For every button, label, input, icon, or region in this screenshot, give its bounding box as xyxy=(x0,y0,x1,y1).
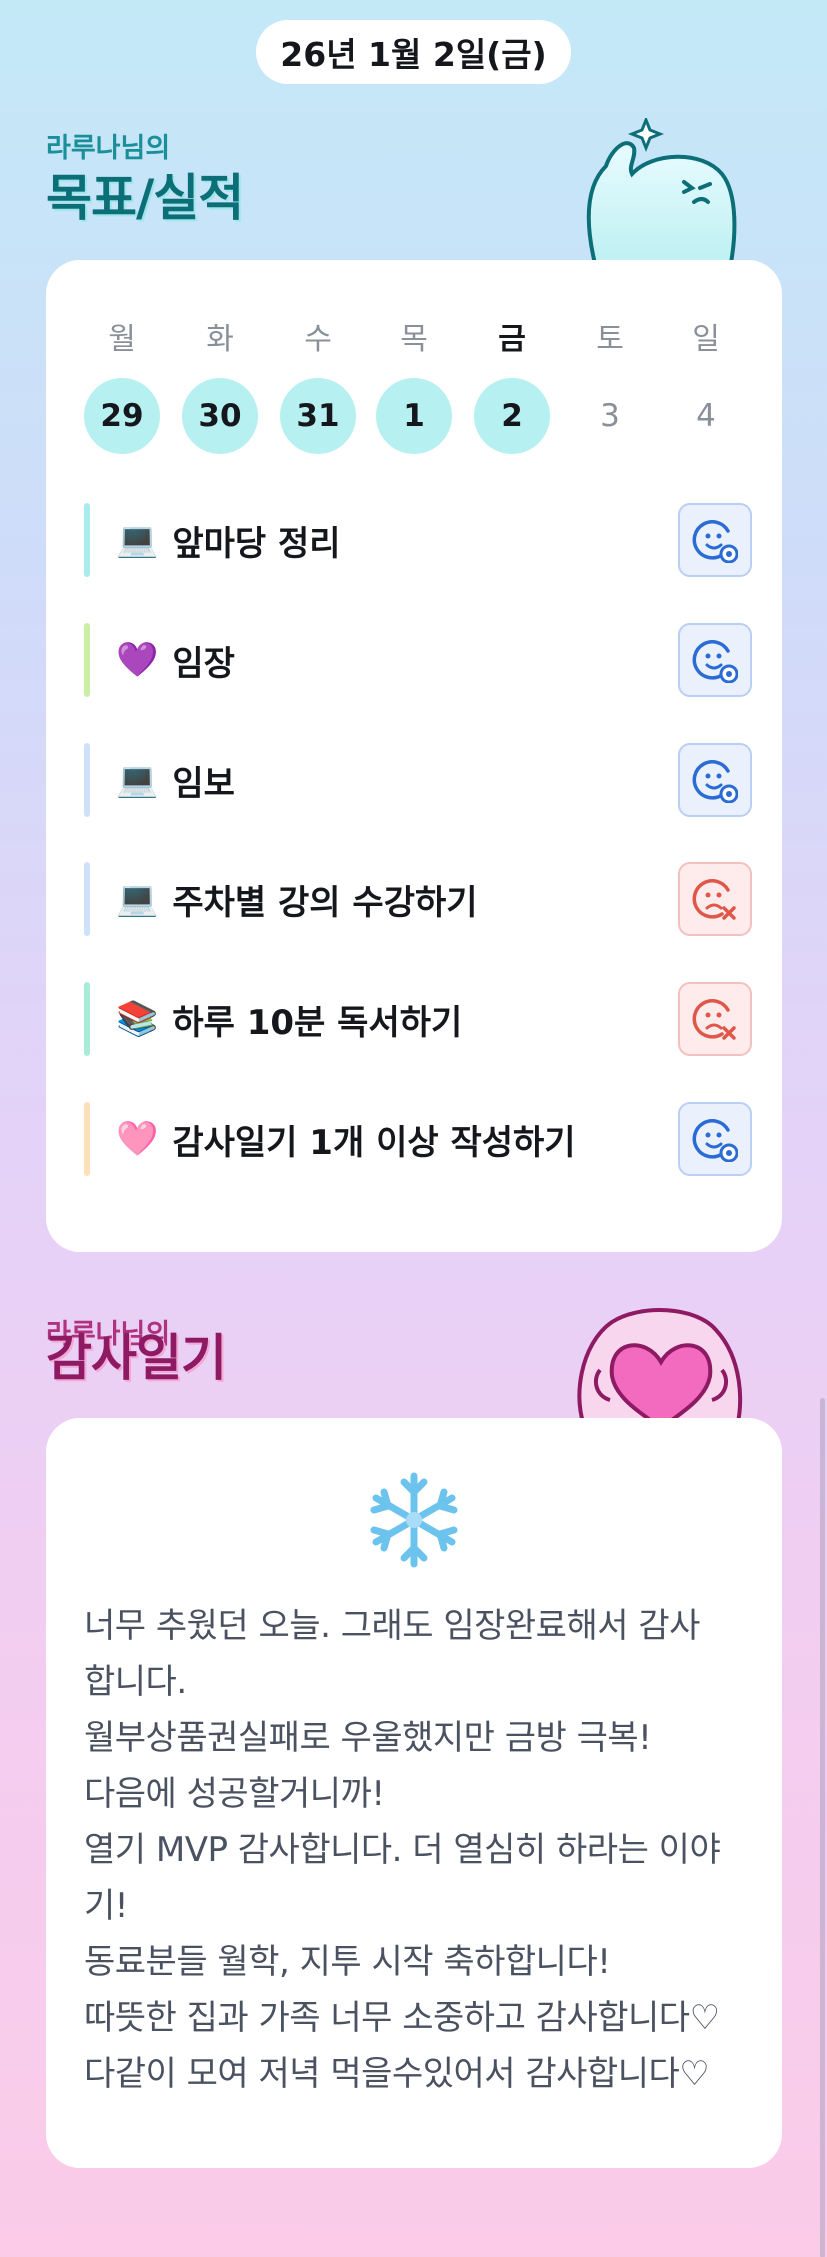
gratitude-line: 너무 추웠던 오늘. 그래도 임장완료해서 감사 xyxy=(84,1606,700,1646)
gratitude-card: 너무 추웠던 오늘. 그래도 임장완료해서 감사합니다. 월부상품권실패로 우울했… xyxy=(46,1418,782,2168)
gratitude-line: 동료분들 월학, 지투 시작 축하합니다! xyxy=(84,1942,611,1982)
smile-check-icon xyxy=(692,760,738,803)
status-success-button[interactable] xyxy=(678,1102,752,1176)
goal-emoji-icon: 💜 xyxy=(116,640,159,680)
day-button[interactable]: 2 xyxy=(474,378,550,454)
gratitude-text: 너무 추웠던 오늘. 그래도 임장완료해서 감사합니다. 월부상품권실패로 우울했… xyxy=(84,1598,754,2102)
snowflake-icon xyxy=(370,1472,458,1568)
day-button[interactable]: 4 xyxy=(668,378,744,454)
goal-row[interactable]: 🩷 감사일기 1개 이상 작성하기 xyxy=(84,1102,752,1176)
goal-row[interactable]: 💻 앞마당 정리 xyxy=(84,503,752,577)
goal-row[interactable]: 💻 주차별 강의 수강하기 xyxy=(84,862,752,936)
gratitude-line: 다음에 성공할거니까! xyxy=(84,1774,385,1814)
scrollbar[interactable] xyxy=(820,1398,825,2257)
day-label: 일 xyxy=(692,322,720,357)
goal-label: 💜 임장 xyxy=(116,623,235,697)
gratitude-line: 월부상품권실패로 우울했지만 금방 극복! xyxy=(84,1718,652,1758)
goal-color-bar xyxy=(84,1102,90,1176)
smile-check-icon xyxy=(692,640,738,683)
goal-color-bar xyxy=(84,623,90,697)
goal-text: 하루 10분 독서하기 xyxy=(172,1002,463,1043)
goal-color-bar xyxy=(84,503,90,577)
day-button[interactable]: 30 xyxy=(182,378,258,454)
goal-text: 주차별 강의 수강하기 xyxy=(172,882,478,923)
mascot-heart-hug-icon xyxy=(577,1308,743,1430)
status-fail-button[interactable] xyxy=(678,862,752,936)
day-label: 월 xyxy=(108,322,136,357)
day-label: 목 xyxy=(400,322,428,357)
date-pill[interactable]: 26년 1월 2일(금) xyxy=(256,20,571,84)
goal-emoji-icon: 🩷 xyxy=(116,1119,159,1159)
smile-check-icon xyxy=(692,520,738,563)
sad-x-icon xyxy=(692,999,736,1040)
mascot-thumbs-up-icon xyxy=(586,118,737,268)
goal-label: 💻 임보 xyxy=(116,743,235,817)
goal-emoji-icon: 💻 xyxy=(116,520,159,560)
day-button[interactable]: 1 xyxy=(376,378,452,454)
goal-text: 임장 xyxy=(172,643,235,684)
sad-x-icon xyxy=(692,879,736,920)
day-button[interactable]: 31 xyxy=(280,378,356,454)
day-label: 화 xyxy=(206,322,234,357)
goal-color-bar xyxy=(84,862,90,936)
goal-label: 📚 하루 10분 독서하기 xyxy=(116,982,462,1056)
goal-color-bar xyxy=(84,743,90,817)
gratitude-line: 기! xyxy=(84,1886,128,1926)
gratitude-line: 따뜻한 집과 가족 너무 소중하고 감사합니다♡ xyxy=(84,1998,720,2038)
goal-label: 💻 앞마당 정리 xyxy=(116,503,341,577)
goals-title: 목표/실적 xyxy=(46,169,244,227)
status-success-button[interactable] xyxy=(678,743,752,817)
goal-label: 🩷 감사일기 1개 이상 작성하기 xyxy=(116,1102,576,1176)
goal-row[interactable]: 📚 하루 10분 독서하기 xyxy=(84,982,752,1056)
day-button[interactable]: 3 xyxy=(572,378,648,454)
status-success-button[interactable] xyxy=(678,503,752,577)
day-label: 금 xyxy=(498,322,526,357)
status-success-button[interactable] xyxy=(678,623,752,697)
goal-color-bar xyxy=(84,982,90,1056)
goal-emoji-icon: 📚 xyxy=(116,999,159,1039)
gratitude-line: 다같이 모여 저녁 먹을수있어서 감사합니다♡ xyxy=(84,2054,710,2094)
day-button[interactable]: 29 xyxy=(84,378,160,454)
goal-emoji-icon: 💻 xyxy=(116,760,159,800)
goal-row[interactable]: 💜 임장 xyxy=(84,623,752,697)
goal-emoji-icon: 💻 xyxy=(116,879,159,919)
status-fail-button[interactable] xyxy=(678,982,752,1056)
current-date: 26년 1월 2일(금) xyxy=(280,35,547,74)
goal-text: 감사일기 1개 이상 작성하기 xyxy=(172,1122,576,1163)
day-label: 토 xyxy=(596,322,624,357)
goals-card: 월 29 화 30 수 31 목 1 금 2 토 3 일 4 💻 앞마당 정리 💜 임장 💻 임보 💻 주차별 강의 수… xyxy=(46,260,782,1252)
smile-check-icon xyxy=(692,1119,738,1162)
goal-row[interactable]: 💻 임보 xyxy=(84,743,752,817)
goal-text: 임보 xyxy=(172,763,235,804)
day-label: 수 xyxy=(304,322,332,357)
goal-text: 앞마당 정리 xyxy=(172,523,341,564)
gratitude-line: 합니다. xyxy=(84,1662,187,1702)
gratitude-line: 열기 MVP 감사합니다. 더 열심히 하라는 이야 xyxy=(84,1830,721,1870)
gratitude-title: 감사일기 xyxy=(46,1329,227,1387)
goal-label: 💻 주차별 강의 수강하기 xyxy=(116,862,478,936)
